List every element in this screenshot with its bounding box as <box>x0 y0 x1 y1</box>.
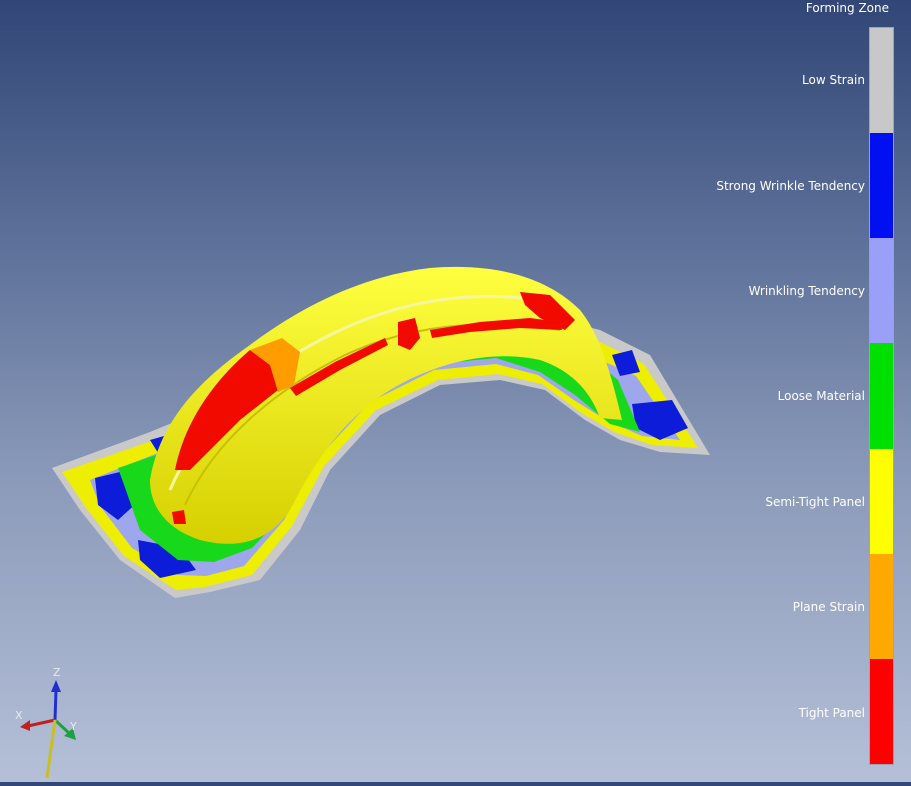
legend-label-wrinkling: Wrinkling Tendency <box>748 284 865 298</box>
legend-swatch-plane-strain <box>870 553 893 659</box>
legend-color-bar <box>869 27 894 765</box>
z-axis-arrow <box>51 680 61 692</box>
legend-title: Forming Zone <box>805 1 889 15</box>
legend-label-plane-strain: Plane Strain <box>792 600 865 614</box>
z-axis-line <box>53 689 58 721</box>
legend-swatch-loose-material <box>870 343 893 449</box>
y-axis-line <box>53 718 72 736</box>
legend-swatch-low-strain <box>870 28 893 134</box>
z-axis-label: Z <box>53 666 61 679</box>
y-axis-label: Y <box>69 720 77 733</box>
legend-label-loose-material: Loose Material <box>777 389 865 403</box>
x-axis-line <box>27 718 56 728</box>
legend-label-tight-panel: Tight Panel <box>798 706 865 720</box>
legend-swatch-strong-wrinkle <box>870 133 893 239</box>
legend-label-low-strain: Low Strain <box>802 73 865 87</box>
legend-swatch-tight-panel <box>870 658 893 764</box>
x-axis-label: X <box>15 709 23 722</box>
legend-swatch-semi-tight <box>870 448 893 554</box>
view-axis-line <box>45 719 57 779</box>
legend-swatch-wrinkling <box>870 238 893 344</box>
legend-label-semi-tight: Semi-Tight Panel <box>765 495 865 509</box>
legend-label-strong-wrinkle: Strong Wrinkle Tendency <box>716 179 865 193</box>
formed-part-model[interactable] <box>0 0 911 782</box>
axis-triad: Z X Y <box>15 666 77 779</box>
3d-viewport[interactable] <box>0 0 911 782</box>
region-red <box>172 510 186 524</box>
